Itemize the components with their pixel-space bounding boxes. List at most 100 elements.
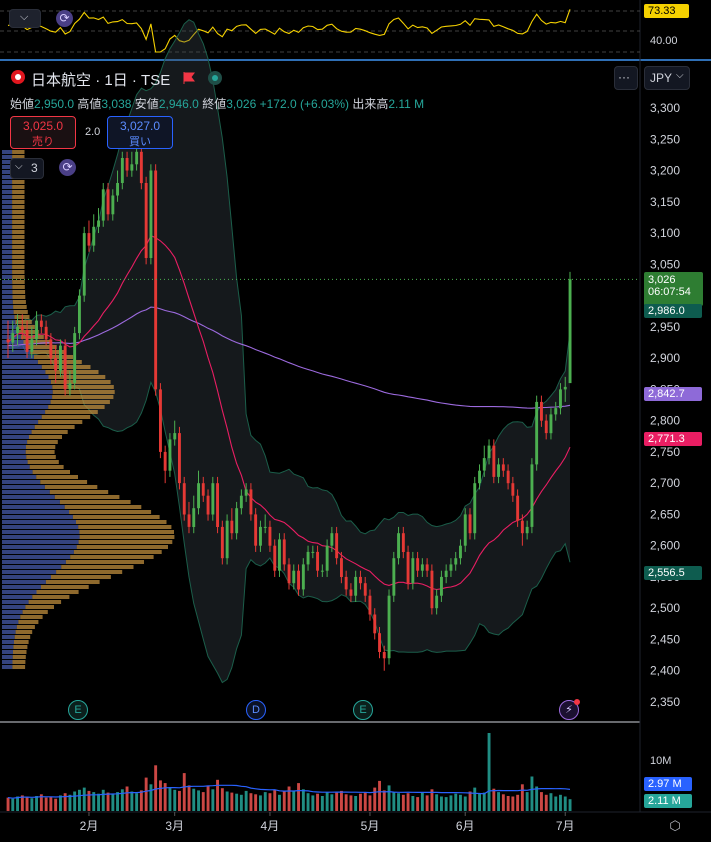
dividend-marker-icon[interactable]: D	[246, 700, 266, 720]
volume-bar	[544, 794, 548, 811]
candle-body	[139, 151, 143, 184]
candle-body	[406, 551, 410, 584]
currency-select[interactable]: JPY ⌵	[644, 66, 690, 90]
candle-body	[397, 533, 400, 559]
price-axis-tick: 3,150	[650, 195, 680, 209]
volume-profile-bar	[45, 370, 99, 374]
candle-body	[444, 570, 448, 577]
countdown: 06:07:54	[648, 286, 691, 298]
ohlc-legend: 始値2,950.0 高値3,038 安値2,946.0 終値3,026 +172…	[10, 95, 424, 112]
more-button[interactable]: ···	[614, 66, 638, 90]
volume-profile-bar	[2, 495, 55, 499]
candle-body	[44, 326, 48, 340]
spread-value: 2.0	[85, 126, 101, 138]
time-axis-settings-icon[interactable]: ⬡	[667, 818, 683, 834]
candle-body	[230, 520, 234, 534]
volume-bar	[197, 790, 200, 811]
candle-body	[6, 339, 10, 343]
price-axis-tick: 3,300	[650, 101, 680, 115]
volume-bar	[425, 795, 429, 811]
candle-body	[478, 470, 481, 484]
volume-profile-bar	[2, 255, 13, 259]
collapse-pane-button[interactable]: ⌵	[9, 9, 41, 28]
volume-profile-bar	[2, 215, 13, 219]
volume-bar	[449, 795, 453, 811]
candle-body	[287, 564, 291, 584]
volume-profile-bar	[2, 265, 13, 269]
volume-bar	[482, 792, 486, 811]
candle-body	[182, 483, 186, 515]
candle-body	[239, 495, 243, 509]
candle-body	[149, 170, 153, 258]
flag-icon[interactable]	[183, 71, 195, 84]
volume-bar	[325, 792, 329, 811]
volume-profile-bar	[2, 195, 13, 199]
candle-body	[549, 414, 553, 434]
volume-bar	[392, 792, 396, 811]
volume-profile-bar	[2, 500, 60, 504]
settings-cycle-icon[interactable]: ⟳	[59, 159, 76, 176]
rsi-value-badge: 73.33	[644, 4, 689, 18]
volume-profile-bar	[2, 590, 37, 594]
volume-profile-bar	[2, 630, 16, 634]
sell-button[interactable]: 3,025.0 売り	[10, 116, 76, 149]
indicators-toggle[interactable]: ⌵ 3	[10, 158, 44, 179]
volume-bar	[444, 797, 448, 811]
volume-bar	[125, 786, 129, 811]
volume-label: 出来高	[352, 97, 389, 111]
volume-profile-bar	[2, 365, 42, 369]
low-value: 2,946.0	[158, 97, 199, 111]
candle-body	[30, 339, 34, 352]
earnings-marker-icon[interactable]: E	[353, 700, 373, 720]
candle-body	[130, 164, 134, 171]
candle-body	[135, 151, 139, 165]
price-axis-tick: 2,900	[650, 351, 680, 365]
volume-profile-bar	[2, 570, 57, 574]
candle-body	[168, 439, 172, 471]
earnings-marker-icon[interactable]: E	[68, 700, 88, 720]
interval-label[interactable]: 1日	[104, 72, 127, 89]
volume-bar	[373, 787, 377, 811]
volume-profile-bar	[12, 205, 25, 209]
volume-bar	[11, 798, 15, 811]
volume-profile-bar	[65, 560, 144, 564]
volume-bar	[130, 791, 134, 811]
volume-profile-bar	[22, 610, 48, 614]
lightning-event-icon[interactable]: ⚡	[559, 699, 580, 720]
volume-profile-bar	[2, 650, 13, 654]
volume-profile-bar	[2, 615, 21, 619]
candle-body	[378, 633, 381, 652]
candle-body	[282, 539, 286, 565]
volume-bar	[335, 792, 339, 811]
volume-profile-bar	[78, 540, 173, 544]
candle-body	[11, 333, 15, 343]
volume-profile-bar	[2, 640, 14, 644]
volume-profile-bar	[2, 220, 13, 224]
time-axis-label: 7月	[556, 819, 575, 833]
candle-body	[268, 526, 272, 546]
volume-bar	[225, 791, 229, 811]
volume-profile-bar	[2, 455, 27, 459]
candle-body	[225, 520, 229, 559]
volume-profile-bar	[2, 475, 37, 479]
volume-bar	[25, 797, 29, 811]
symbol-logo-icon	[11, 70, 25, 84]
volume-bar	[440, 796, 443, 811]
buy-button[interactable]: 3,027.0 買い	[107, 116, 173, 149]
price-axis-tick: 2,700	[650, 476, 680, 490]
candle-body	[535, 401, 539, 465]
volume-profile-bar	[12, 245, 25, 249]
header-separator: ·	[95, 72, 101, 89]
header-separator: ·	[131, 72, 137, 89]
volume-profile-bar	[2, 400, 51, 404]
symbol-name[interactable]: 日本航空	[31, 72, 91, 89]
candle-body	[373, 614, 377, 634]
volume-profile-bar	[41, 585, 89, 589]
volume-bar	[254, 794, 258, 811]
volume-profile-bar	[12, 210, 25, 214]
settings-cycle-icon[interactable]: ⟳	[56, 10, 73, 27]
volume-profile-bar	[29, 465, 64, 469]
candle-body	[106, 189, 110, 215]
volume-bar	[397, 793, 400, 811]
volume-profile-bar	[12, 240, 25, 244]
